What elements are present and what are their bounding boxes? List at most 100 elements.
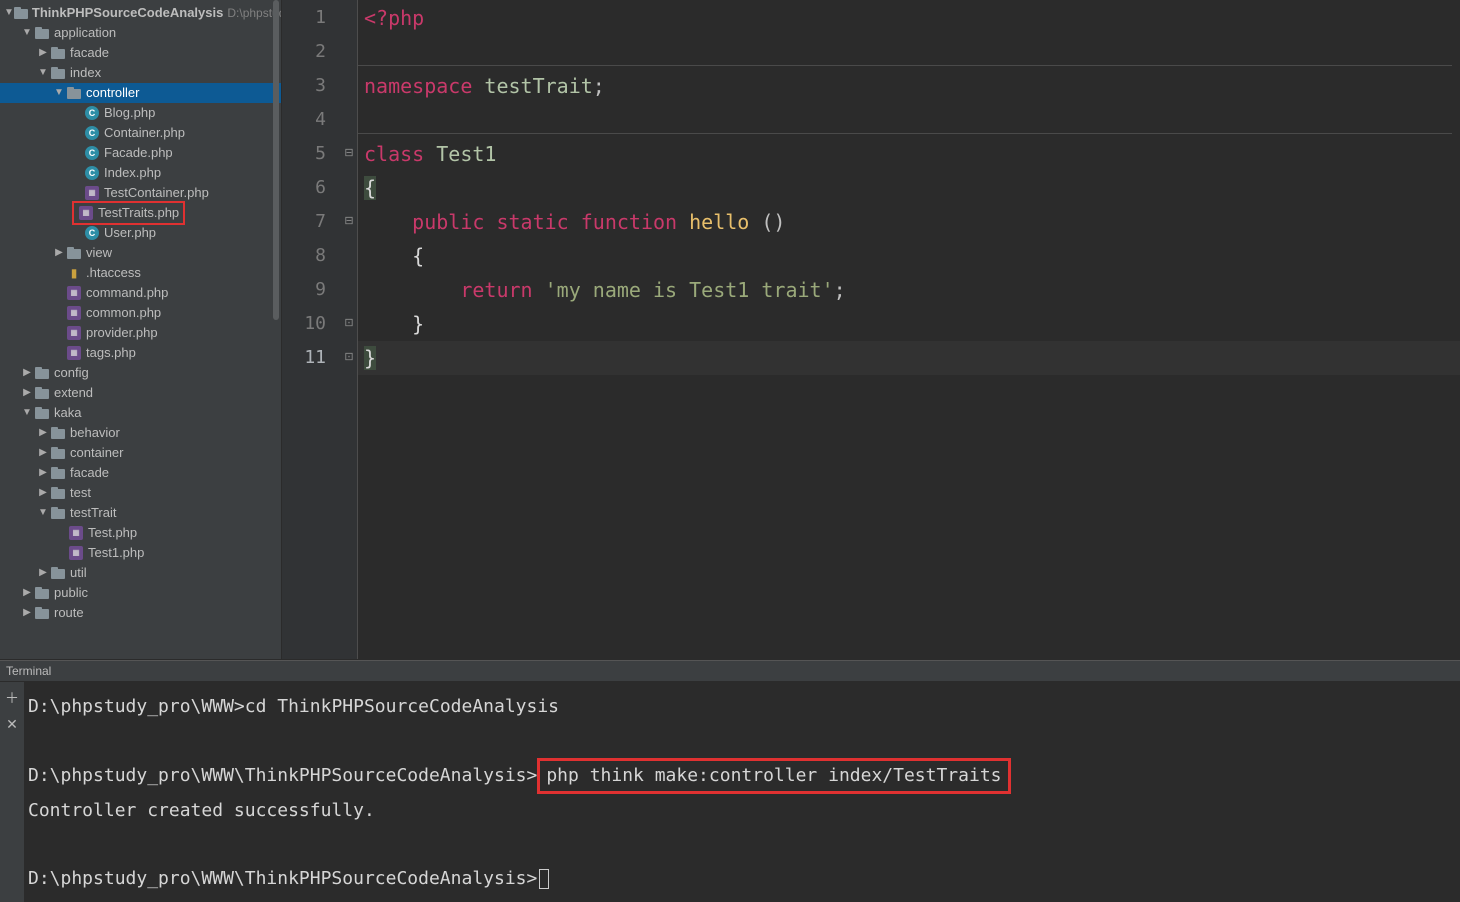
project-name: ThinkPHPSourceCodeAnalysis xyxy=(32,3,223,23)
project-tree[interactable]: ▼ ThinkPHPSourceCodeAnalysis D:\phpstudy… xyxy=(0,0,281,659)
tree-file-testphp[interactable]: ▦ Test.php xyxy=(0,523,281,543)
chevron-down-icon[interactable]: ▼ xyxy=(20,23,34,43)
chevron-right-icon[interactable]: ▶ xyxy=(36,443,50,463)
terminal-output[interactable]: D:\phpstudy_pro\WWW>cd ThinkPHPSourceCod… xyxy=(24,682,1460,902)
php-class-icon: C xyxy=(84,105,100,121)
folder-icon xyxy=(14,5,28,21)
chevron-right-icon[interactable]: ▶ xyxy=(36,423,50,443)
chevron-right-icon[interactable]: ▶ xyxy=(36,483,50,503)
scrollbar-thumb[interactable] xyxy=(273,0,279,320)
line-number: 1 xyxy=(282,1,340,35)
tree-file-blog[interactable]: C Blog.php xyxy=(0,103,281,123)
chevron-down-icon[interactable]: ▼ xyxy=(36,503,50,523)
tree-scrollbar[interactable] xyxy=(272,0,281,659)
fold-marker-icon[interactable]: ⊟ xyxy=(342,214,356,228)
terminal-line xyxy=(28,724,1456,758)
tree-file-command[interactable]: ▦ command.php xyxy=(0,283,281,303)
close-terminal-button[interactable]: ✕ xyxy=(6,716,18,733)
php-file-icon: ▦ xyxy=(68,545,84,561)
tree-folder-test[interactable]: ▶ test xyxy=(0,483,281,503)
tree-folder-route[interactable]: ▶ route xyxy=(0,603,281,623)
code-line xyxy=(358,103,1460,137)
terminal-line: D:\phpstudy_pro\WWW\ThinkPHPSourceCodeAn… xyxy=(28,862,1456,896)
terminal-tab[interactable]: Terminal xyxy=(0,660,1460,682)
chevron-right-icon[interactable]: ▶ xyxy=(36,463,50,483)
tree-file-provider[interactable]: ▦ provider.php xyxy=(0,323,281,343)
chevron-right-icon[interactable]: ▶ xyxy=(20,383,34,403)
chevron-right-icon[interactable]: ▶ xyxy=(36,43,50,63)
tree-file-facade[interactable]: C Facade.php xyxy=(0,143,281,163)
tree-file-testcontainer[interactable]: ▦ TestContainer.php xyxy=(0,183,281,203)
chevron-down-icon[interactable]: ▼ xyxy=(20,403,34,423)
php-file-icon: ▦ xyxy=(78,205,94,221)
chevron-down-icon[interactable]: ▼ xyxy=(36,63,50,83)
code-line: return 'my name is Test1 trait'; xyxy=(358,273,1460,307)
tree-file-user[interactable]: C User.php xyxy=(0,223,281,243)
line-number: 5 xyxy=(282,137,340,171)
terminal-panel: Terminal ＋ ✕ D:\phpstudy_pro\WWW>cd Thin… xyxy=(0,659,1460,902)
tree-file-index[interactable]: C Index.php xyxy=(0,163,281,183)
code-line: } xyxy=(358,307,1460,341)
fold-close-icon[interactable]: ⊡ xyxy=(342,350,356,364)
tree-folder-util[interactable]: ▶ util xyxy=(0,563,281,583)
folder-icon xyxy=(50,505,66,521)
chevron-down-icon[interactable]: ▼ xyxy=(52,83,66,103)
code-line xyxy=(358,35,1460,69)
folder-icon xyxy=(34,585,50,601)
tree-file-testtraits[interactable]: ▦ TestTraits.php xyxy=(0,203,281,223)
tree-folder-kaka[interactable]: ▼ kaka xyxy=(0,403,281,423)
chevron-down-icon[interactable]: ▼ xyxy=(4,3,14,23)
php-class-icon: C xyxy=(84,125,100,141)
terminal-cursor xyxy=(539,869,549,889)
line-number: 2 xyxy=(282,35,340,69)
fold-marker-icon[interactable]: ⊟ xyxy=(342,146,356,160)
folder-icon xyxy=(34,25,50,41)
php-class-icon: C xyxy=(84,225,100,241)
folder-icon xyxy=(34,605,50,621)
tree-folder-controller[interactable]: ▼ controller xyxy=(0,83,281,103)
line-number: 9 xyxy=(282,273,340,307)
folder-icon xyxy=(50,65,66,81)
chevron-right-icon[interactable]: ▶ xyxy=(20,603,34,623)
line-number: 11 xyxy=(282,341,340,375)
line-number: 4 xyxy=(282,103,340,137)
chevron-right-icon[interactable]: ▶ xyxy=(20,363,34,383)
folder-icon xyxy=(34,385,50,401)
tree-folder-view[interactable]: ▶ view xyxy=(0,243,281,263)
tree-root[interactable]: ▼ ThinkPHPSourceCodeAnalysis D:\phpstudy xyxy=(0,3,281,23)
line-number-gutter: 1 2 3 4 5 6 7 8 9 10 11 xyxy=(282,0,340,659)
terminal-line xyxy=(28,828,1456,862)
fold-gutter[interactable]: ⊟ ⊟ ⊡ ⊡ xyxy=(340,0,358,659)
tree-file-htaccess[interactable]: ▮ .htaccess xyxy=(0,263,281,283)
chevron-right-icon[interactable]: ▶ xyxy=(36,563,50,583)
code-content[interactable]: <?php namespace testTrait; class Test1 {… xyxy=(358,0,1460,659)
tree-folder-config[interactable]: ▶ config xyxy=(0,363,281,383)
tree-folder-facade2[interactable]: ▶ facade xyxy=(0,463,281,483)
code-line: <?php xyxy=(358,1,1460,35)
fold-close-icon[interactable]: ⊡ xyxy=(342,316,356,330)
tree-file-test1php[interactable]: ▦ Test1.php xyxy=(0,543,281,563)
add-terminal-button[interactable]: ＋ xyxy=(5,688,19,708)
file-icon: ▮ xyxy=(66,265,82,281)
tree-file-tags[interactable]: ▦ tags.php xyxy=(0,343,281,363)
tree-file-common[interactable]: ▦ common.php xyxy=(0,303,281,323)
line-number: 3 xyxy=(282,69,340,103)
chevron-right-icon[interactable]: ▶ xyxy=(52,243,66,263)
tree-folder-index[interactable]: ▼ index xyxy=(0,63,281,83)
terminal-line: D:\phpstudy_pro\WWW\ThinkPHPSourceCodeAn… xyxy=(28,758,1456,794)
tree-folder-behavior[interactable]: ▶ behavior xyxy=(0,423,281,443)
chevron-right-icon[interactable]: ▶ xyxy=(20,583,34,603)
tree-folder-facade[interactable]: ▶ facade xyxy=(0,43,281,63)
tree-folder-public[interactable]: ▶ public xyxy=(0,583,281,603)
tree-folder-testtrait[interactable]: ▼ testTrait xyxy=(0,503,281,523)
php-file-icon: ▦ xyxy=(66,305,82,321)
tree-folder-application[interactable]: ▼ application xyxy=(0,23,281,43)
folder-icon xyxy=(50,425,66,441)
tree-folder-extend[interactable]: ▶ extend xyxy=(0,383,281,403)
code-line: class Test1 xyxy=(358,137,1460,171)
line-number: 7 xyxy=(282,205,340,239)
tree-folder-container2[interactable]: ▶ container xyxy=(0,443,281,463)
php-class-icon: C xyxy=(84,145,100,161)
tree-file-container[interactable]: C Container.php xyxy=(0,123,281,143)
code-editor[interactable]: 1 2 3 4 5 6 7 8 9 10 11 ⊟ ⊟ ⊡ ⊡ <?php xyxy=(282,0,1460,659)
